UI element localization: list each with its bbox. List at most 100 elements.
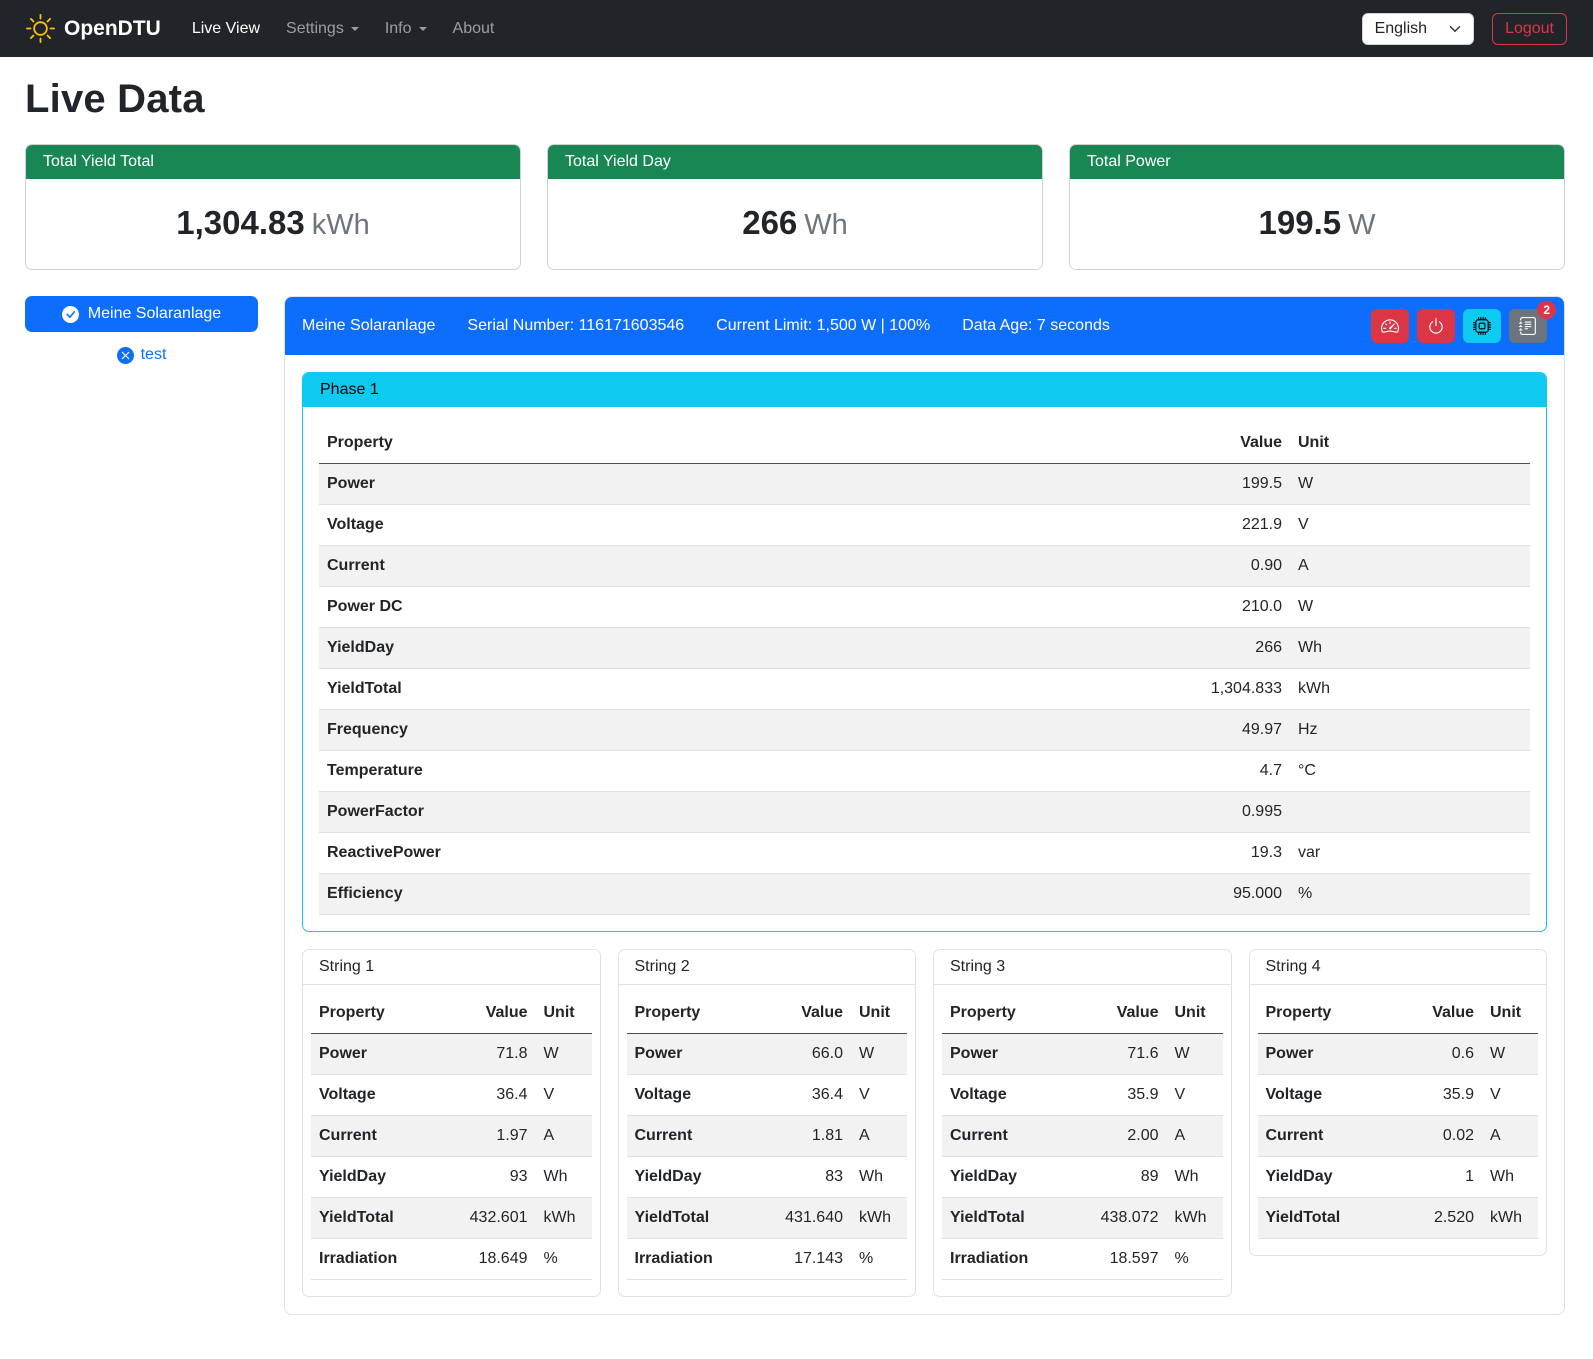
language-select[interactable]: English bbox=[1362, 13, 1474, 45]
table-row: YieldDay266Wh bbox=[319, 628, 1530, 669]
test-inverter-label: test bbox=[141, 346, 167, 364]
property-cell: Efficiency bbox=[319, 874, 900, 915]
property-cell: Irradiation bbox=[942, 1239, 1068, 1280]
table-header-row: Property Value Unit bbox=[1258, 993, 1539, 1034]
journal-icon bbox=[1519, 317, 1537, 335]
value-cell: 2.00 bbox=[1068, 1116, 1167, 1157]
col-value: Value bbox=[1395, 993, 1482, 1034]
property-cell: PowerFactor bbox=[319, 792, 900, 833]
unit-cell: kWh bbox=[851, 1198, 907, 1239]
unit-cell: °C bbox=[1290, 751, 1530, 792]
unit-cell: V bbox=[1167, 1075, 1223, 1116]
brand-label: OpenDTU bbox=[64, 17, 161, 41]
property-cell: Voltage bbox=[319, 505, 900, 546]
value-cell: 0.90 bbox=[900, 546, 1290, 587]
col-value: Value bbox=[900, 423, 1290, 464]
page-title: Live Data bbox=[25, 77, 1565, 122]
event-log-button[interactable]: 2 bbox=[1509, 309, 1547, 343]
phase-table: Property Value Unit Power199.5WVoltage22… bbox=[319, 423, 1530, 915]
table-row: Efficiency95.000% bbox=[319, 874, 1530, 915]
unit-cell: A bbox=[851, 1116, 907, 1157]
nav-item-settings[interactable]: Settings bbox=[273, 12, 372, 46]
table-row: YieldTotal431.640kWh bbox=[627, 1198, 908, 1239]
unit-cell: W bbox=[1482, 1034, 1538, 1075]
check-circle-icon bbox=[62, 306, 79, 323]
inverter-select-label: Meine Solaranlage bbox=[88, 305, 221, 323]
inverter-sidebar: Meine Solaranlage test bbox=[25, 296, 258, 364]
col-value: Value bbox=[437, 993, 536, 1034]
table-row: Voltage35.9V bbox=[942, 1075, 1223, 1116]
property-cell: Power bbox=[1258, 1034, 1395, 1075]
table-header-row: Property Value Unit bbox=[311, 993, 592, 1034]
nav-item-info[interactable]: Info bbox=[372, 12, 440, 46]
table-row: ReactivePower19.3var bbox=[319, 833, 1530, 874]
navbar: OpenDTU Live View Settings Info About En… bbox=[0, 0, 1593, 57]
value-cell: 71.8 bbox=[437, 1034, 536, 1075]
limit-settings-button[interactable] bbox=[1371, 309, 1409, 343]
unit-cell: % bbox=[851, 1239, 907, 1280]
property-cell: YieldTotal bbox=[1258, 1198, 1395, 1239]
card-header: Total Yield Total bbox=[26, 145, 520, 179]
property-cell: Irradiation bbox=[627, 1239, 753, 1280]
inverter-card: Meine Solaranlage Serial Number: 1161716… bbox=[284, 296, 1565, 1315]
property-cell: Current bbox=[627, 1116, 753, 1157]
value-cell: 438.072 bbox=[1068, 1198, 1167, 1239]
unit-cell: W bbox=[851, 1034, 907, 1075]
string-1-card: String 1 Property Value Unit bbox=[302, 949, 601, 1297]
value-cell: 4.7 bbox=[900, 751, 1290, 792]
value-cell: 71.6 bbox=[1068, 1034, 1167, 1075]
property-cell: YieldDay bbox=[627, 1157, 753, 1198]
nav-item-about[interactable]: About bbox=[440, 12, 508, 46]
col-property: Property bbox=[942, 993, 1068, 1034]
card-header: Total Yield Day bbox=[548, 145, 1042, 179]
inverter-name: Meine Solaranlage bbox=[302, 317, 435, 335]
table-row: Temperature4.7°C bbox=[319, 751, 1530, 792]
string-card-header: String 1 bbox=[303, 950, 600, 985]
sun-logo-icon bbox=[26, 14, 55, 43]
table-row: Power71.8W bbox=[311, 1034, 592, 1075]
string-2-card: String 2 Property Value Unit bbox=[618, 949, 917, 1297]
table-row: Irradiation18.597% bbox=[942, 1239, 1223, 1280]
x-circle-icon bbox=[117, 347, 134, 364]
total-power-value: 199.5 bbox=[1259, 204, 1342, 241]
inverter-card-header: Meine Solaranlage Serial Number: 1161716… bbox=[285, 297, 1564, 355]
table-row: YieldDay89Wh bbox=[942, 1157, 1223, 1198]
col-unit: Unit bbox=[1482, 993, 1538, 1034]
table-row: Power71.6W bbox=[942, 1034, 1223, 1075]
property-cell: YieldTotal bbox=[942, 1198, 1068, 1239]
power-icon bbox=[1427, 317, 1445, 335]
unit-cell: kWh bbox=[1482, 1198, 1538, 1239]
device-info-button[interactable] bbox=[1463, 309, 1501, 343]
table-row: PowerFactor0.995 bbox=[319, 792, 1530, 833]
nav-item-live-view[interactable]: Live View bbox=[179, 12, 273, 46]
value-cell: 221.9 bbox=[900, 505, 1290, 546]
table-row: Voltage35.9V bbox=[1258, 1075, 1539, 1116]
col-property: Property bbox=[319, 423, 900, 464]
unit-cell: kWh bbox=[536, 1198, 592, 1239]
table-row: YieldDay1Wh bbox=[1258, 1157, 1539, 1198]
unit-cell: Wh bbox=[1290, 628, 1530, 669]
unit-cell: V bbox=[536, 1075, 592, 1116]
power-button[interactable] bbox=[1417, 309, 1455, 343]
brand-link[interactable]: OpenDTU bbox=[26, 14, 161, 43]
value-cell: 36.4 bbox=[437, 1075, 536, 1116]
unit-cell: var bbox=[1290, 833, 1530, 874]
table-row: Voltage36.4V bbox=[627, 1075, 908, 1116]
property-cell: YieldDay bbox=[319, 628, 900, 669]
value-cell: 1.97 bbox=[437, 1116, 536, 1157]
logout-button[interactable]: Logout bbox=[1492, 13, 1567, 45]
test-inverter-link[interactable]: test bbox=[25, 346, 258, 364]
inverter-action-buttons: 2 bbox=[1371, 309, 1547, 343]
property-cell: Irradiation bbox=[311, 1239, 437, 1280]
property-cell: Power bbox=[942, 1034, 1068, 1075]
value-cell: 35.9 bbox=[1395, 1075, 1482, 1116]
property-cell: YieldTotal bbox=[311, 1198, 437, 1239]
property-cell: Voltage bbox=[1258, 1075, 1395, 1116]
unit-cell: W bbox=[1167, 1034, 1223, 1075]
inverter-select-button[interactable]: Meine Solaranlage bbox=[25, 296, 258, 332]
property-cell: Frequency bbox=[319, 710, 900, 751]
unit-cell: V bbox=[1482, 1075, 1538, 1116]
unit-cell: Wh bbox=[1482, 1157, 1538, 1198]
unit-cell: W bbox=[536, 1034, 592, 1075]
string-3-card: String 3 Property Value Unit bbox=[933, 949, 1232, 1297]
